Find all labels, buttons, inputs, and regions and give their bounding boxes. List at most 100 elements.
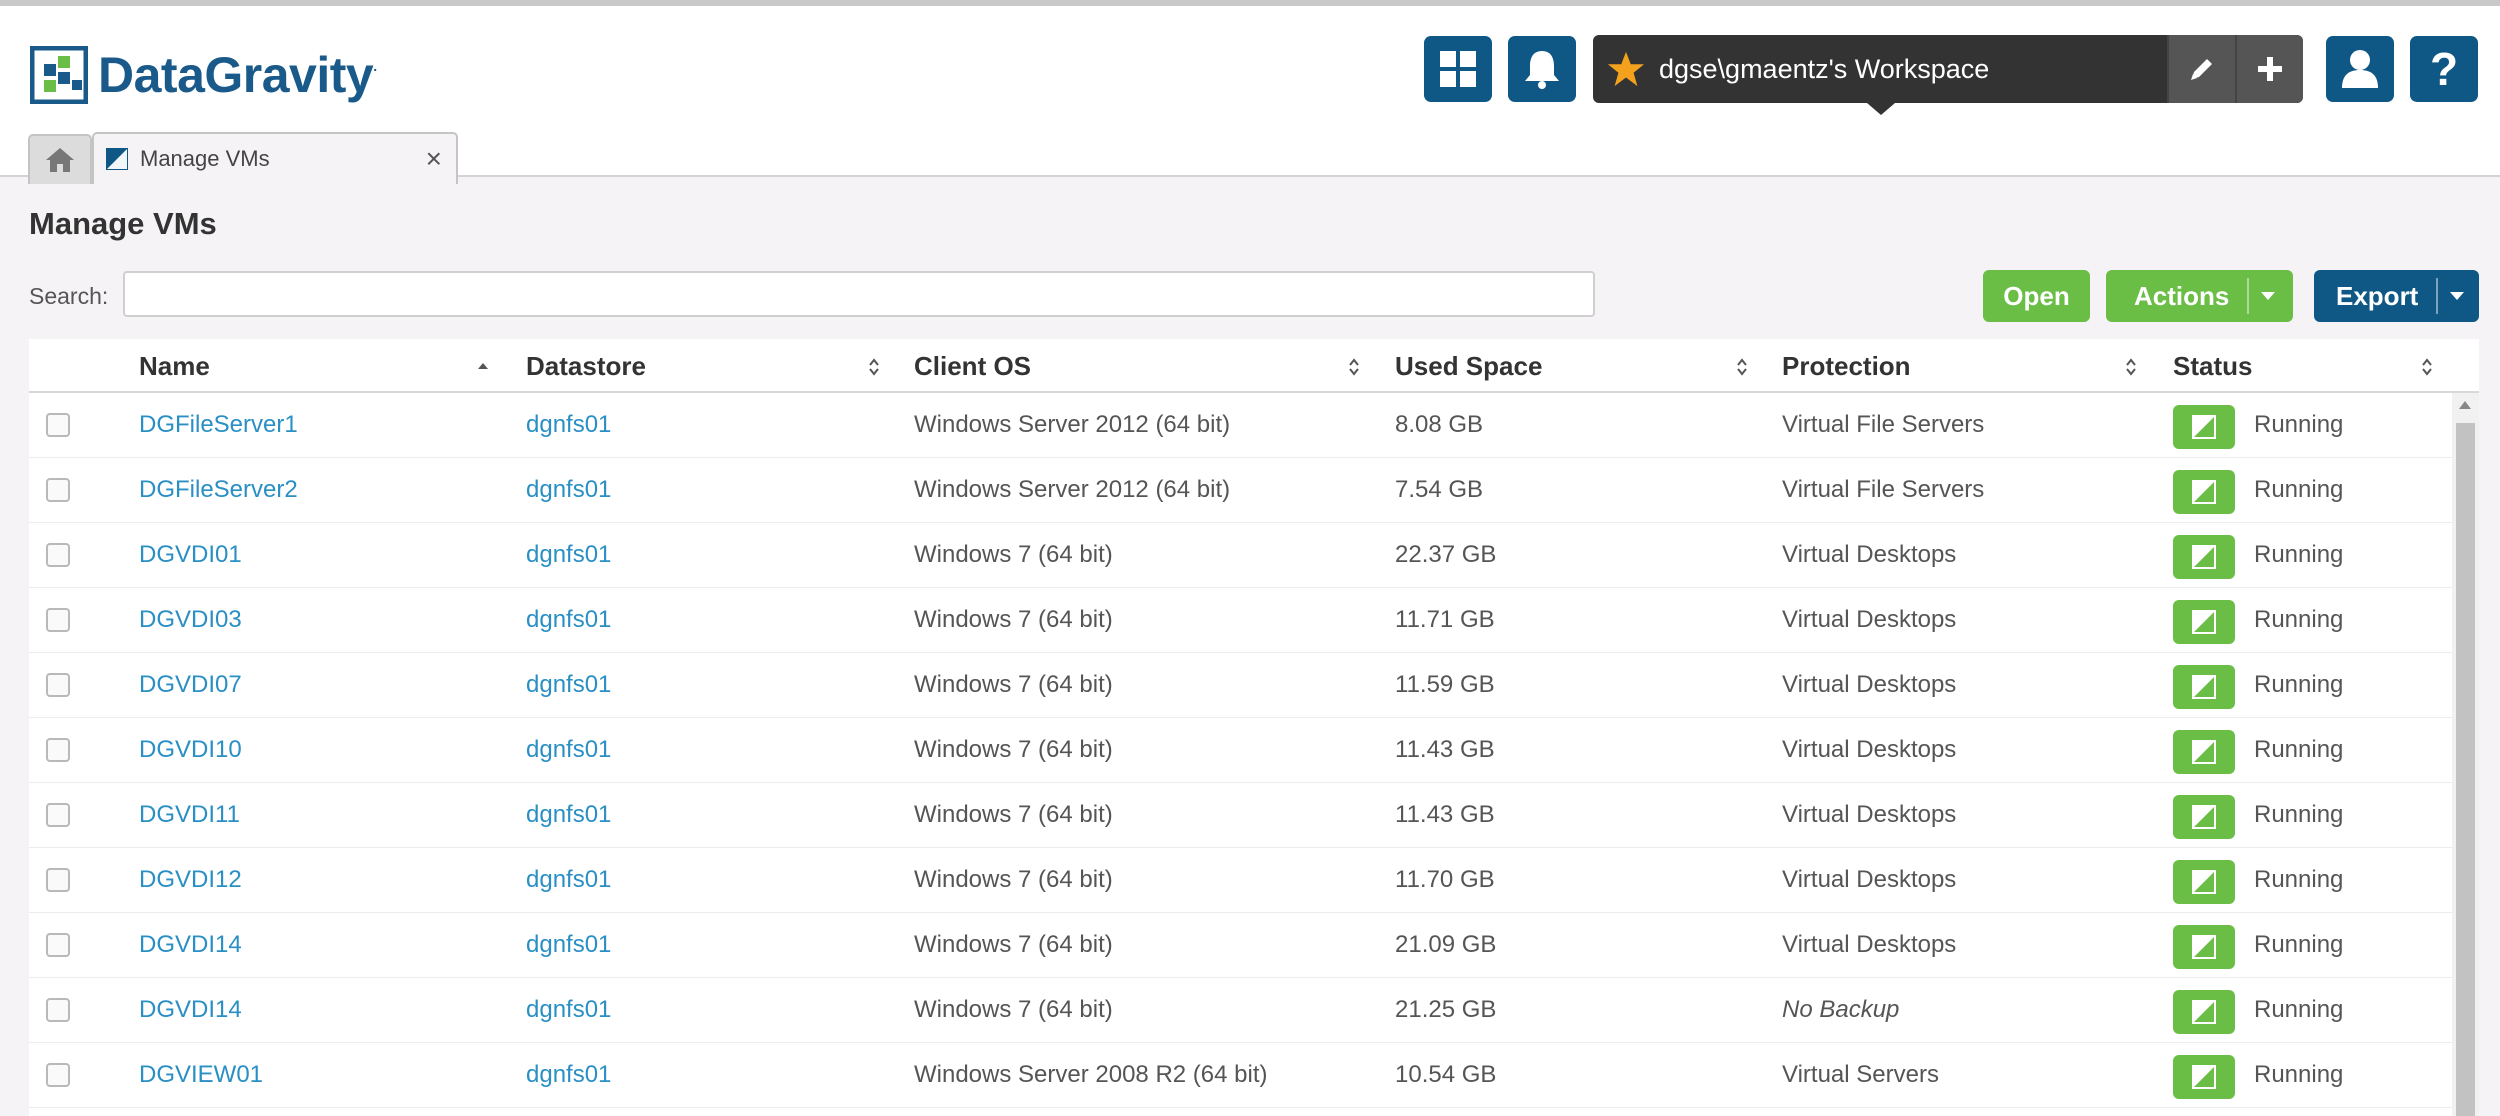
vm-name-link[interactable]: DGVDI03 <box>139 588 242 652</box>
table-row[interactable]: DGVDI14 dgnfs01 Windows 7 (64 bit) 21.25 GB… <box>29 978 2452 1043</box>
table-row[interactable]: DGVDI14 dgnfs01 Windows 7 (64 bit) 21.09 GB… <box>29 913 2452 978</box>
row-checkbox[interactable] <box>46 738 70 762</box>
datastore-link[interactable]: dgnfs01 <box>526 783 611 847</box>
edit-workspace-button[interactable] <box>2167 35 2235 103</box>
logo-trademark-dot: · <box>373 61 378 78</box>
vm-console-button[interactable] <box>2173 990 2235 1034</box>
vm-console-button[interactable] <box>2173 535 2235 579</box>
add-workspace-button[interactable] <box>2235 35 2303 103</box>
chevron-down-icon[interactable] <box>2450 292 2465 300</box>
protection-cell: Virtual File Servers <box>1782 476 1985 503</box>
star-icon[interactable] <box>1607 50 1645 88</box>
search-input[interactable] <box>123 271 1595 317</box>
sort-ascending-icon[interactable] <box>476 358 490 376</box>
table-row[interactable]: DGVDI03 dgnfs01 Windows 7 (64 bit) 11.71 GB… <box>29 588 2452 653</box>
logo[interactable]: DataGravity· <box>30 44 378 106</box>
vm-console-button[interactable] <box>2173 405 2235 449</box>
status-cell: Running <box>2254 801 2344 828</box>
table-row[interactable]: DGVDI07 dgnfs01 Windows 7 (64 bit) 11.59 GB… <box>29 653 2452 718</box>
vm-console-button[interactable] <box>2173 470 2235 514</box>
vm-console-button[interactable] <box>2173 795 2235 839</box>
table-row[interactable]: DGVDI01 dgnfs01 Windows 7 (64 bit) 22.37 GB… <box>29 523 2452 588</box>
client-os-cell: Windows 7 (64 bit) <box>914 541 1113 568</box>
column-header-protection[interactable]: Protection <box>1782 339 1911 393</box>
row-checkbox[interactable] <box>46 413 70 437</box>
datastore-link[interactable]: dgnfs01 <box>526 913 611 977</box>
vm-console-button[interactable] <box>2173 665 2235 709</box>
help-button[interactable]: ? <box>2410 36 2478 102</box>
table-row[interactable]: DGFileServer1 dgnfs01 Windows Server 2012 … <box>29 393 2452 458</box>
column-header-used-space[interactable]: Used Space <box>1395 339 1542 393</box>
actions-button[interactable]: Actions <box>2106 270 2293 322</box>
sort-icon[interactable] <box>867 358 881 376</box>
datastore-link[interactable]: dgnfs01 <box>526 1043 611 1107</box>
row-checkbox[interactable] <box>46 608 70 632</box>
datastore-link[interactable]: dgnfs01 <box>526 588 611 652</box>
row-checkbox[interactable] <box>46 478 70 502</box>
open-button[interactable]: Open <box>1983 270 2090 322</box>
sort-icon[interactable] <box>2124 358 2138 376</box>
table-row[interactable]: DGVDI11 dgnfs01 Windows 7 (64 bit) 11.43 GB… <box>29 783 2452 848</box>
column-header-status[interactable]: Status <box>2173 339 2252 393</box>
tab-manage-vms[interactable]: Manage VMs × <box>92 132 458 184</box>
vm-console-button[interactable] <box>2173 925 2235 969</box>
row-checkbox[interactable] <box>46 1063 70 1087</box>
vm-console-button[interactable] <box>2173 600 2235 644</box>
column-header-datastore[interactable]: Datastore <box>526 339 646 393</box>
vertical-scrollbar[interactable] <box>2452 393 2479 1116</box>
workspace-label[interactable]: dgse\gmaentz's Workspace <box>1659 54 2167 85</box>
datastore-link[interactable]: dgnfs01 <box>526 523 611 587</box>
datastore-link[interactable]: dgnfs01 <box>526 718 611 782</box>
vm-console-button[interactable] <box>2173 730 2235 774</box>
sort-icon[interactable] <box>1735 358 1749 376</box>
row-checkbox[interactable] <box>46 673 70 697</box>
vm-name-link[interactable]: DGVDI12 <box>139 848 242 912</box>
logo-text: DataGravity· <box>98 47 378 103</box>
vm-console-button[interactable] <box>2173 1055 2235 1099</box>
row-checkbox[interactable] <box>46 998 70 1022</box>
export-button[interactable]: Export <box>2314 270 2479 322</box>
sort-icon[interactable] <box>2420 358 2434 376</box>
vm-name-link[interactable]: DGVDI10 <box>139 718 242 782</box>
vm-name-link[interactable]: DGFileServer2 <box>139 458 298 522</box>
vm-icon <box>2192 610 2216 634</box>
close-tab-icon[interactable]: × <box>426 143 442 175</box>
client-os-cell: Windows 7 (64 bit) <box>914 866 1113 893</box>
dashboard-button[interactable] <box>1424 36 1492 102</box>
vm-name-link[interactable]: DGVDI11 <box>139 783 240 847</box>
row-checkbox[interactable] <box>46 543 70 567</box>
workspace-selector[interactable]: dgse\gmaentz's Workspace <box>1593 35 2303 103</box>
home-tab[interactable] <box>28 134 92 184</box>
workspace-caret <box>1867 103 1895 115</box>
user-profile-button[interactable] <box>2326 36 2394 102</box>
vm-name-link[interactable]: DGFileServer1 <box>139 393 298 457</box>
row-checkbox[interactable] <box>46 803 70 827</box>
sort-icon[interactable] <box>1347 358 1361 376</box>
vm-name-link[interactable]: DGVIEW01 <box>139 1043 263 1107</box>
datastore-link[interactable]: dgnfs01 <box>526 393 611 457</box>
scroll-up-arrow-icon[interactable] <box>2459 401 2471 409</box>
datastore-link[interactable]: dgnfs01 <box>526 653 611 717</box>
chevron-down-icon[interactable] <box>2261 292 2276 300</box>
vm-console-button[interactable] <box>2173 860 2235 904</box>
vm-name-link[interactable]: DGVDI14 <box>139 913 242 977</box>
status-cell: Running <box>2254 996 2344 1023</box>
vm-name-link[interactable]: DGVDI14 <box>139 978 242 1042</box>
protection-cell: Virtual Desktops <box>1782 606 1957 633</box>
column-header-name[interactable]: Name <box>139 339 210 393</box>
notifications-button[interactable] <box>1508 36 1576 102</box>
datastore-link[interactable]: dgnfs01 <box>526 458 611 522</box>
scrollbar-thumb[interactable] <box>2456 423 2475 1116</box>
datastore-link[interactable]: dgnfs01 <box>526 978 611 1042</box>
client-os-cell: Windows Server 2008 R2 (64 bit) <box>914 1061 1268 1088</box>
table-row[interactable]: DGVDI12 dgnfs01 Windows 7 (64 bit) 11.70 GB… <box>29 848 2452 913</box>
row-checkbox[interactable] <box>46 868 70 892</box>
vm-name-link[interactable]: DGVDI07 <box>139 653 242 717</box>
vm-name-link[interactable]: DGVDI01 <box>139 523 242 587</box>
table-row[interactable]: DGVIEW01 dgnfs01 Windows Server 2008 R2 (6… <box>29 1043 2452 1108</box>
row-checkbox[interactable] <box>46 933 70 957</box>
column-header-client-os[interactable]: Client OS <box>914 339 1031 393</box>
table-row[interactable]: DGFileServer2 dgnfs01 Windows Server 2012 … <box>29 458 2452 523</box>
datastore-link[interactable]: dgnfs01 <box>526 848 611 912</box>
table-row[interactable]: DGVDI10 dgnfs01 Windows 7 (64 bit) 11.43 GB… <box>29 718 2452 783</box>
